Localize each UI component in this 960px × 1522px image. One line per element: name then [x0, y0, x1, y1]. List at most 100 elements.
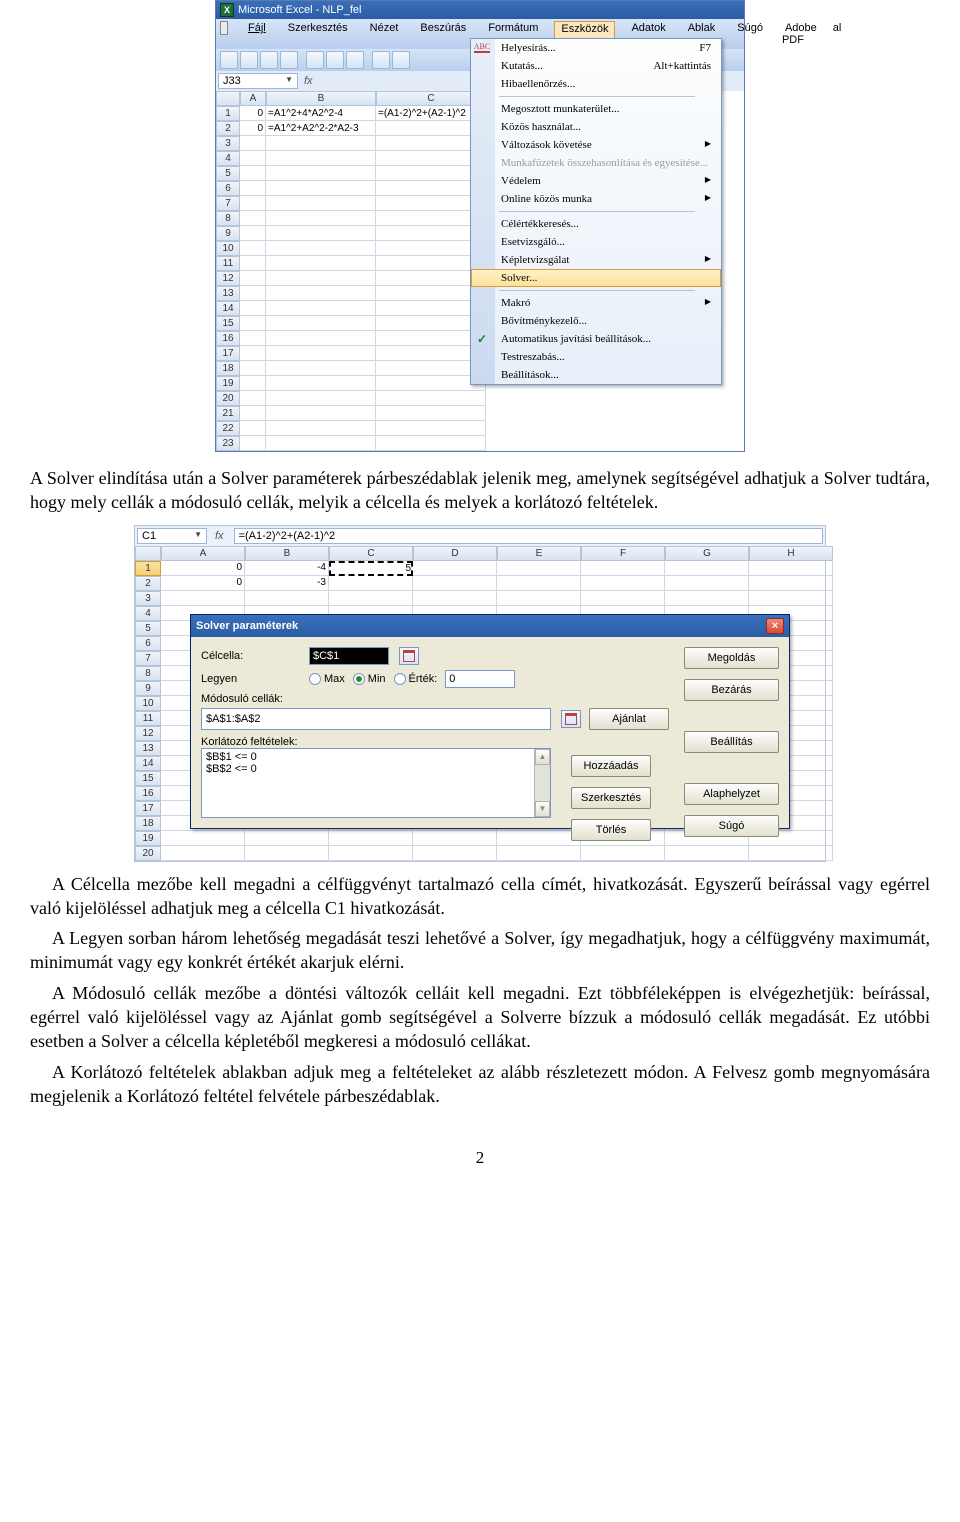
namebox-dropdown-icon[interactable]: ▼: [285, 75, 293, 87]
row-header[interactable]: 19: [216, 376, 240, 391]
constraint-item[interactable]: $B$1 <= 0: [206, 751, 546, 763]
cell[interactable]: =A1^2+4*A2^2-4: [266, 106, 376, 121]
row-header[interactable]: 6: [135, 636, 161, 651]
menu-item-autocorrect[interactable]: ✓ Automatikus javítási beállítások...: [471, 330, 721, 348]
toolbar-copy-icon[interactable]: [326, 51, 344, 69]
ref-picker-button[interactable]: [399, 647, 419, 665]
toolbar-new-icon[interactable]: [220, 51, 238, 69]
menu-item-errorcheck[interactable]: Hibaellenőrzés...: [471, 75, 721, 93]
toolbar-print-icon[interactable]: [280, 51, 298, 69]
menu-item-addins[interactable]: Bővítménykezelő...: [471, 312, 721, 330]
alaphelyzet-button[interactable]: Alaphelyzet: [684, 783, 779, 805]
col-header[interactable]: E: [497, 546, 581, 561]
menu-item-goalseek[interactable]: Célértékkeresés...: [471, 215, 721, 233]
fx-icon[interactable]: fx: [215, 530, 224, 542]
menu-item-solver[interactable]: Solver...: [471, 269, 721, 287]
dialog-titlebar[interactable]: Solver paraméterek ×: [191, 615, 789, 637]
row-header[interactable]: 11: [216, 256, 240, 271]
menu-nezet[interactable]: Nézet: [364, 21, 405, 47]
row-header[interactable]: 21: [216, 406, 240, 421]
megoldas-button[interactable]: Megoldás: [684, 647, 779, 669]
menu-item-macro[interactable]: Makró▶: [471, 294, 721, 312]
beallitas-button[interactable]: Beállítás: [684, 731, 779, 753]
namebox-dropdown-icon[interactable]: ▼: [194, 530, 202, 542]
row-header[interactable]: 22: [216, 421, 240, 436]
toolbar-cut-icon[interactable]: [306, 51, 324, 69]
row-header[interactable]: 17: [216, 346, 240, 361]
ajanlat-button[interactable]: Ajánlat: [589, 708, 669, 730]
menu-szerkesztes[interactable]: Szerkesztés: [282, 21, 354, 47]
row-header[interactable]: 23: [216, 436, 240, 451]
menu-item-online-collab[interactable]: Online közös munka▶: [471, 190, 721, 208]
menu-fajl[interactable]: Fájl: [242, 21, 272, 47]
row-header[interactable]: 9: [216, 226, 240, 241]
col-header[interactable]: H: [749, 546, 833, 561]
ref-picker-button[interactable]: [561, 710, 581, 728]
row-header[interactable]: 1: [135, 561, 161, 576]
cell[interactable]: 0: [161, 561, 245, 576]
scroll-down-icon[interactable]: ▼: [535, 801, 550, 817]
menu-beszuras[interactable]: Beszúrás: [414, 21, 472, 47]
toolbar-undo-icon[interactable]: [372, 51, 390, 69]
col-header[interactable]: A: [161, 546, 245, 561]
row-header[interactable]: 12: [135, 726, 161, 741]
cell[interactable]: 0: [240, 106, 266, 121]
menu-item-protection[interactable]: Védelem▶: [471, 172, 721, 190]
cell[interactable]: -4: [245, 561, 329, 576]
toolbar-redo-icon[interactable]: [392, 51, 410, 69]
row-header[interactable]: 8: [135, 666, 161, 681]
row-header[interactable]: 15: [135, 771, 161, 786]
menu-adobepdf[interactable]: Adobe PDF: [779, 21, 820, 47]
menu-item-share-workbook[interactable]: Közös használat...: [471, 118, 721, 136]
toolbar-paste-icon[interactable]: [346, 51, 364, 69]
name-box[interactable]: J33 ▼: [218, 73, 298, 89]
sugo-button[interactable]: Súgó: [684, 815, 779, 837]
constraints-listbox[interactable]: $B$1 <= 0 $B$2 <= 0 ▲ ▼: [201, 748, 551, 818]
close-button[interactable]: ×: [766, 618, 784, 634]
radio-max[interactable]: [309, 673, 321, 685]
cell[interactable]: =A1^2+A2^2-2*A2-3: [266, 121, 376, 136]
row-header[interactable]: 18: [135, 816, 161, 831]
row-header[interactable]: 15: [216, 316, 240, 331]
cell[interactable]: 0: [240, 121, 266, 136]
torles-button[interactable]: Törlés: [571, 819, 651, 841]
row-header[interactable]: 10: [216, 241, 240, 256]
row-header[interactable]: 10: [135, 696, 161, 711]
row-header[interactable]: 17: [135, 801, 161, 816]
row-header[interactable]: 9: [135, 681, 161, 696]
menu-item-formula-auditing[interactable]: Képletvizsgálat▶: [471, 251, 721, 269]
col-header[interactable]: G: [665, 546, 749, 561]
constraint-item[interactable]: $B$2 <= 0: [206, 763, 546, 775]
row-header[interactable]: 6: [216, 181, 240, 196]
row-header[interactable]: 14: [216, 301, 240, 316]
select-all-corner[interactable]: [216, 91, 240, 106]
row-header[interactable]: 18: [216, 361, 240, 376]
row-header[interactable]: 5: [135, 621, 161, 636]
row-header[interactable]: 7: [216, 196, 240, 211]
toolbar-save-icon[interactable]: [260, 51, 278, 69]
row-header[interactable]: 3: [216, 136, 240, 151]
col-header[interactable]: D: [413, 546, 497, 561]
row-header[interactable]: 8: [216, 211, 240, 226]
col-header[interactable]: B: [266, 91, 376, 106]
name-box[interactable]: C1 ▼: [137, 528, 207, 544]
radio-value[interactable]: [394, 673, 406, 685]
select-all-corner[interactable]: [135, 546, 161, 561]
fx-icon[interactable]: fx: [304, 75, 313, 87]
row-header[interactable]: 16: [216, 331, 240, 346]
row-header[interactable]: 4: [135, 606, 161, 621]
col-header[interactable]: A: [240, 91, 266, 106]
changing-cells-input[interactable]: $A$1:$A$2: [201, 708, 551, 730]
toolbar-open-icon[interactable]: [240, 51, 258, 69]
cell[interactable]: -3: [245, 576, 329, 591]
bezaras-button[interactable]: Bezárás: [684, 679, 779, 701]
menu-item-scenarios[interactable]: Esetvizsgáló...: [471, 233, 721, 251]
row-header[interactable]: 1: [216, 106, 240, 121]
menu-item-spellcheck[interactable]: ABC Helyesírás...F7: [471, 39, 721, 57]
menu-item-research[interactable]: Kutatás...Alt+kattintás: [471, 57, 721, 75]
szerkesztes-button[interactable]: Szerkesztés: [571, 787, 651, 809]
menu-sugo[interactable]: Súgó: [731, 21, 769, 47]
cell[interactable]: [329, 576, 413, 591]
row-header[interactable]: 2: [135, 576, 161, 591]
row-header[interactable]: 20: [135, 846, 161, 861]
